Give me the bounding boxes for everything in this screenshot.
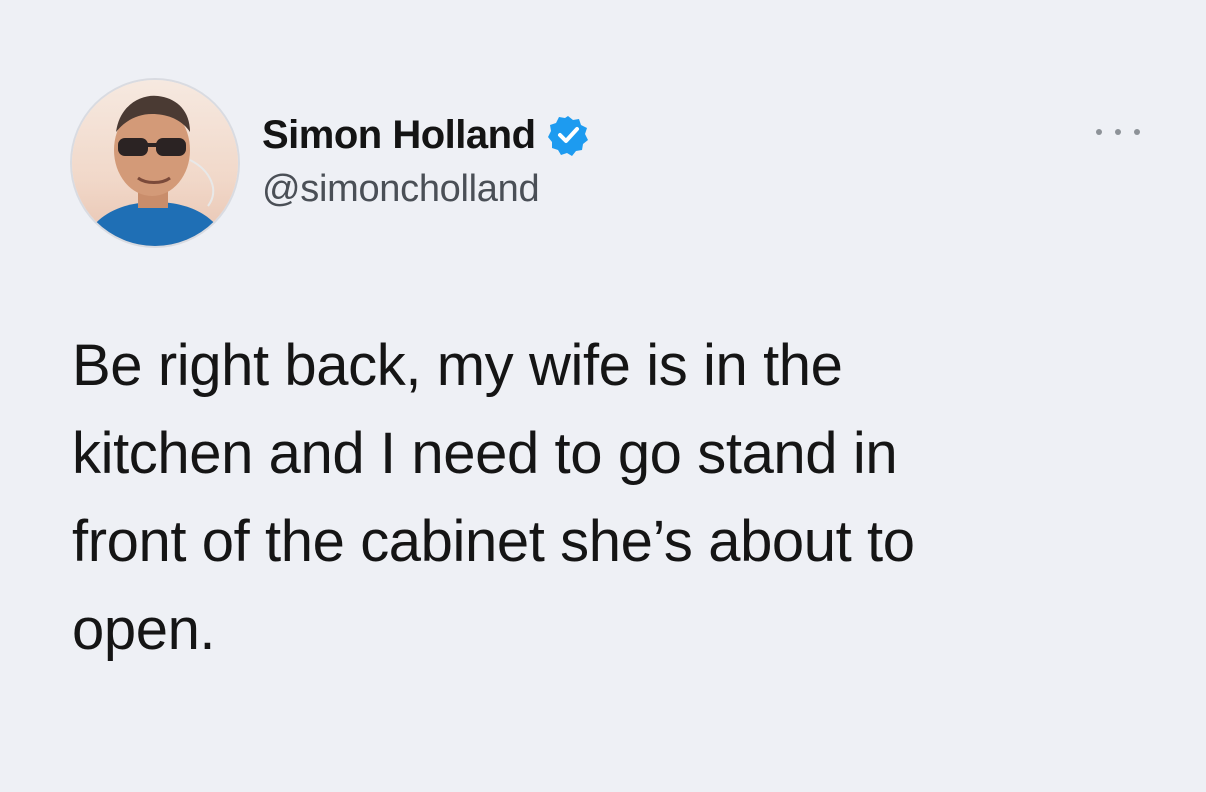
more-dot <box>1115 129 1121 135</box>
tweet-card: Simon Holland @simoncholland Be right ba… <box>0 0 1206 792</box>
author-display-name[interactable]: Simon Holland <box>262 113 536 158</box>
tweet-text: Be right back, my wife is in the kitchen… <box>72 333 915 662</box>
author-handle[interactable]: @simoncholland <box>262 168 590 211</box>
verified-badge-icon <box>546 113 590 157</box>
more-options-icon[interactable] <box>1096 122 1140 142</box>
more-dot <box>1096 129 1102 135</box>
more-dot <box>1134 129 1140 135</box>
author-name-row: Simon Holland <box>262 108 590 162</box>
profile-photo-icon <box>72 80 238 246</box>
author-avatar[interactable] <box>72 80 238 246</box>
author-info: Simon Holland @simoncholland <box>262 108 590 211</box>
